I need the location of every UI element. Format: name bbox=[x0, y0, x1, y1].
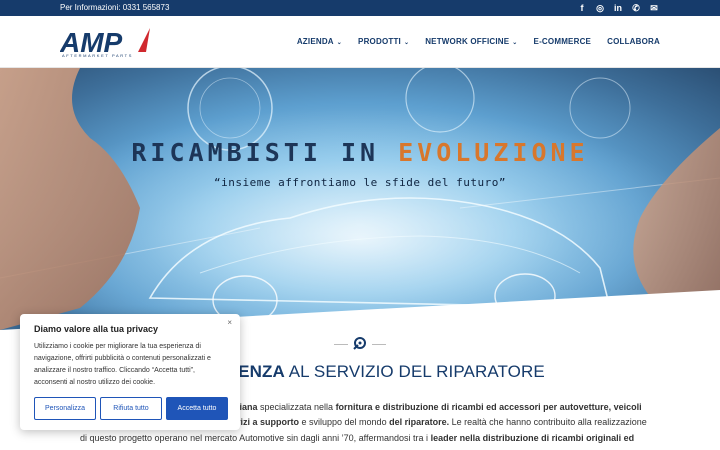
customize-button[interactable]: Personalizza bbox=[34, 397, 96, 420]
hero-title: RICAMBISTI IN EVOLUZIONE bbox=[131, 138, 589, 167]
accept-all-button[interactable]: Accetta tutto bbox=[166, 397, 228, 420]
divider-line bbox=[334, 344, 348, 345]
hero-subtitle: “insieme affrontiamo le sfide del futuro… bbox=[213, 176, 507, 189]
linkedin-icon[interactable]: in bbox=[612, 2, 624, 14]
close-icon[interactable]: × bbox=[227, 318, 232, 327]
cookie-buttons: Personalizza Rifiuta tutto Accetta tutto bbox=[34, 397, 228, 420]
body-paragraph-line-2: rvizi a supporto e sviluppo del mondo de… bbox=[232, 417, 647, 427]
phone-info[interactable]: Per Informazioni: 0331 565873 bbox=[60, 2, 169, 14]
cookie-title: Diamo valore alla tua privacy bbox=[34, 324, 159, 334]
facebook-icon[interactable]: f bbox=[576, 2, 588, 14]
instagram-icon[interactable]: ◎ bbox=[594, 2, 606, 14]
logo-tagline: AFTERMARKET PARTS bbox=[62, 53, 133, 58]
cookie-consent-dialog: × Diamo valore alla tua privacy Utilizzi… bbox=[20, 314, 240, 430]
main-nav: AZIENDA ⌄ PRODOTTI ⌄ NETWORK OFFICINE ⌄ E-C… bbox=[297, 36, 660, 49]
site-header: AMP AFTERMARKET PARTS AZIENDA ⌄ PRODOTTI ⌄… bbox=[0, 16, 720, 68]
nav-item-prodotti[interactable]: PRODOTTI ⌄ bbox=[358, 36, 409, 49]
chevron-down-icon: ⌄ bbox=[512, 40, 518, 46]
divider-line bbox=[372, 344, 386, 345]
mail-icon[interactable]: ✉ bbox=[648, 2, 660, 14]
cookie-text: Utilizziamo i cookie per migliorare la t… bbox=[34, 343, 211, 386]
logo-swoosh bbox=[138, 28, 150, 52]
body-paragraph-line-1: aliana specializzata nella fornitura e d… bbox=[232, 402, 642, 412]
body-paragraph-line-3: di questo progetto operano nel mercato A… bbox=[80, 433, 635, 443]
top-bar: Per Informazioni: 0331 565873 f ◎ in ✆ ✉ bbox=[0, 0, 720, 16]
nav-item-e-commerce[interactable]: E-COMMERCE bbox=[534, 36, 592, 49]
nav-item-azienda[interactable]: AZIENDA ⌄ bbox=[297, 36, 342, 49]
chevron-down-icon: ⌄ bbox=[336, 40, 343, 46]
nav-item-collabora[interactable]: COLLABORA bbox=[607, 36, 660, 49]
whatsapp-icon[interactable]: ✆ bbox=[630, 2, 642, 14]
nav-item-network-officine[interactable]: NETWORK OFFICINE ⌄ bbox=[425, 36, 517, 49]
reject-all-button[interactable]: Rifiuta tutto bbox=[100, 397, 162, 420]
gear-wrench-icon bbox=[353, 337, 366, 350]
chevron-down-icon: ⌄ bbox=[403, 40, 410, 46]
social-links: f ◎ in ✆ ✉ bbox=[576, 2, 660, 14]
